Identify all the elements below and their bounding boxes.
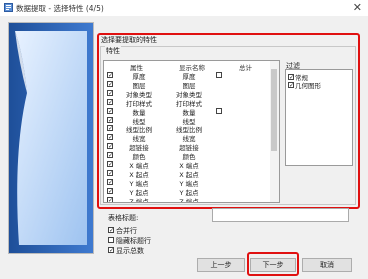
table-row[interactable]: ✓ 线型比例 线型比例 [104, 124, 272, 134]
table-row[interactable]: ✓ 对象类型 对象类型 [104, 89, 272, 99]
merge-rows-checkbox[interactable]: ✓ [108, 227, 114, 234]
cancel-button[interactable]: 取消 [302, 258, 352, 272]
display-name[interactable]: Z 端点 [166, 196, 212, 202]
row-checkbox[interactable]: ✓ [107, 72, 113, 79]
row-checkbox[interactable]: ✓ [107, 89, 113, 96]
table-row[interactable]: ✓ 颜色 颜色 [104, 151, 272, 161]
row-checkbox[interactable]: ✓ [107, 178, 113, 185]
row-checkbox[interactable]: ✓ [107, 187, 113, 194]
total-checkbox[interactable] [216, 107, 222, 114]
table-title-input[interactable] [212, 208, 349, 222]
property-name: Z 端点 [129, 197, 149, 203]
filter-item-geometry[interactable]: ✓几何图形 [288, 80, 321, 90]
table-row[interactable]: ✓ X 端点 X 端点 [104, 160, 272, 170]
app-icon [4, 3, 13, 12]
table-row[interactable]: ✓ Y 端点 Y 端点 [104, 178, 272, 188]
table-row[interactable]: ✓ 数量 数量 [104, 107, 272, 117]
row-checkbox[interactable]: ✓ [107, 125, 113, 132]
table-row[interactable]: ✓ 超链接 超链接 [104, 142, 272, 152]
table-row[interactable]: ✓ Z 端点 Z 端点 [104, 196, 272, 203]
option-show-totals[interactable]: ✓ 显示总数 [108, 246, 144, 256]
hide-title-row-checkbox[interactable] [108, 237, 114, 243]
row-checkbox[interactable]: ✓ [107, 134, 113, 141]
option-label: 显示总数 [116, 247, 144, 255]
window-title: 数据提取 - 选择特性 (4/5) [16, 4, 104, 13]
row-checkbox[interactable]: ✓ [107, 196, 113, 202]
show-totals-checkbox[interactable]: ✓ [108, 247, 114, 254]
table-row[interactable]: ✓ 线型 线型 [104, 116, 272, 126]
table-header: 属性 显示名称 总计 [104, 61, 272, 72]
table-row[interactable]: ✓ Y 起点 Y 起点 [104, 187, 272, 197]
table-scrollbar[interactable] [270, 61, 279, 202]
wizard-image [8, 22, 94, 254]
back-button[interactable]: 上一步 [197, 258, 245, 272]
table-row[interactable]: ✓ 打印样式 打印样式 [104, 98, 272, 108]
row-checkbox[interactable]: ✓ [107, 143, 113, 150]
row-checkbox[interactable]: ✓ [107, 116, 113, 123]
filter-list[interactable]: ✓常规 ✓几何图形 [285, 69, 353, 166]
row-checkbox[interactable]: ✓ [107, 98, 113, 105]
table-row[interactable]: ✓ X 起点 X 起点 [104, 169, 272, 179]
row-checkbox[interactable]: ✓ [107, 169, 113, 176]
option-hide-title-row[interactable]: 隐藏标题行 [108, 236, 151, 246]
row-checkbox[interactable]: ✓ [107, 80, 113, 87]
option-label: 隐藏标题行 [116, 237, 151, 245]
total-checkbox[interactable] [216, 72, 222, 78]
scrollbar-thumb[interactable] [271, 69, 277, 151]
filter-item-label: 几何图形 [295, 82, 321, 90]
dialog-window: 数据提取 - 选择特性 (4/5) ✕ 选择要提取的特性 特性 属性 显示名称 … [0, 0, 368, 279]
next-button[interactable]: 下一步 [250, 258, 296, 272]
filter-checkbox-geometry[interactable]: ✓ [288, 82, 294, 89]
row-checkbox[interactable]: ✓ [107, 161, 113, 168]
option-label: 合并行 [116, 227, 137, 235]
table-row[interactable]: ✓ 图层 图层 [104, 80, 272, 90]
close-icon[interactable]: ✕ [353, 1, 362, 14]
group-label: 选择要提取的特性 [101, 36, 157, 44]
properties-table[interactable]: 属性 显示名称 总计 ✓ 厚度 厚度 ✓ 图层 图层 ✓ 对象类型 对象类型 ✓ 打印样式 打印样式 ✓… [103, 60, 280, 203]
title-bar: 数据提取 - 选择特性 (4/5) ✕ [0, 0, 368, 16]
properties-legend: 特性 [105, 46, 121, 56]
table-row[interactable]: ✓ 线宽 线宽 [104, 133, 272, 143]
row-checkbox[interactable]: ✓ [107, 107, 113, 114]
table-title-label: 表格标题: [108, 214, 139, 222]
table-row[interactable]: ✓ 厚度 厚度 [104, 71, 272, 81]
page-curl-illustration [9, 23, 93, 253]
option-merge-rows[interactable]: ✓ 合并行 [108, 226, 137, 236]
row-checkbox[interactable]: ✓ [107, 152, 113, 159]
